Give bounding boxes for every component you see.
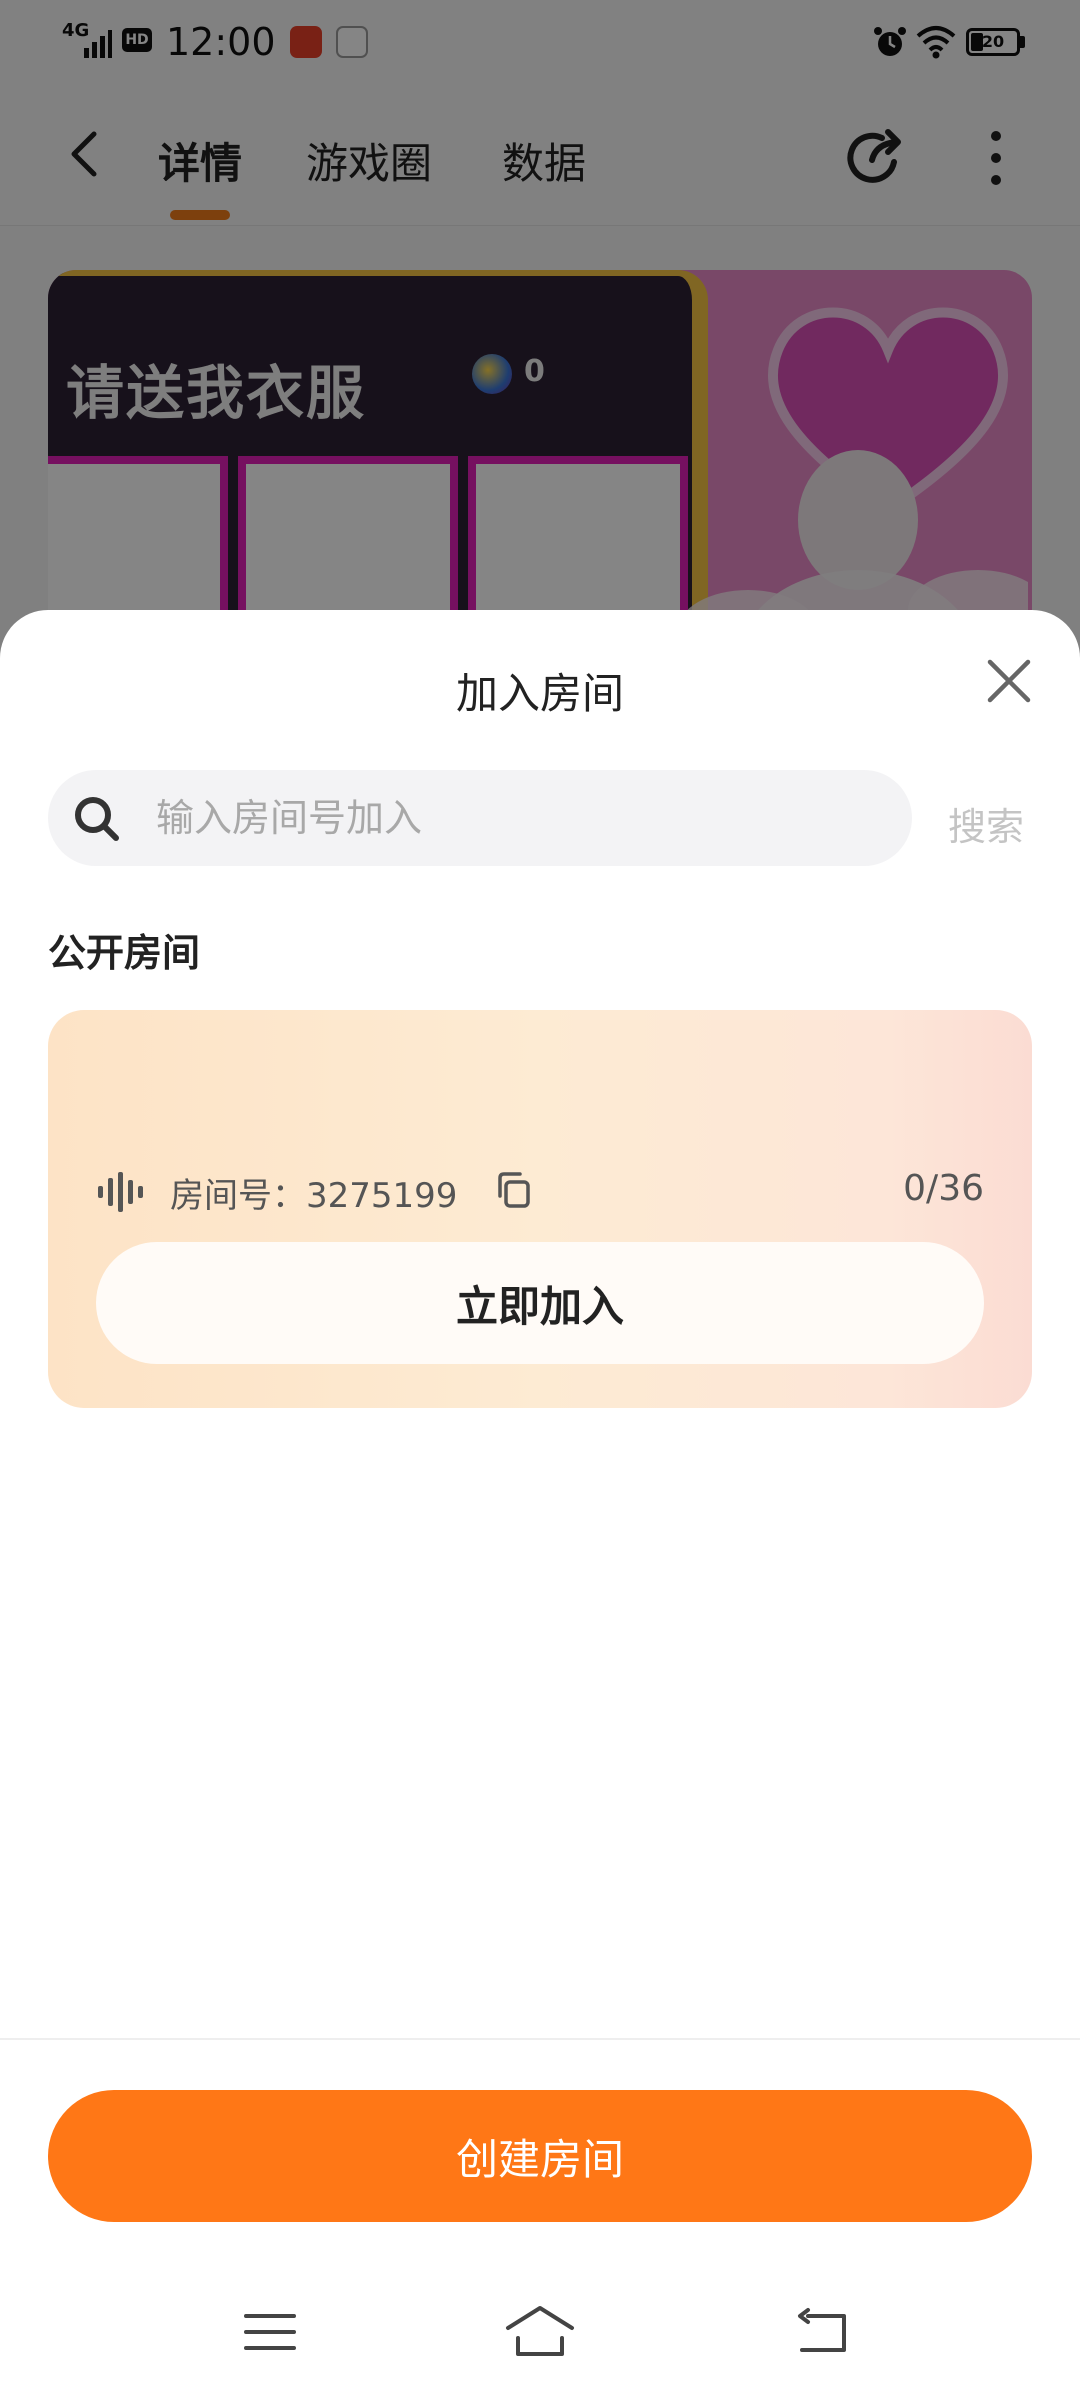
- sheet-title: 加入房间: [455, 669, 624, 718]
- room-occupancy: 0/36: [903, 1168, 984, 1209]
- screen: 4G HD 12:00 20 详情 游戏圈 数据 请送我衣服 0 加入房间 输入…: [0, 0, 1080, 2400]
- home-icon[interactable]: [504, 2304, 576, 2360]
- divider: [0, 2038, 1080, 2040]
- search-button[interactable]: 搜索: [948, 796, 1024, 851]
- create-room-button[interactable]: 创建房间: [48, 2090, 1032, 2222]
- back-icon[interactable]: [794, 2306, 850, 2356]
- join-room-sheet: 加入房间 搜索 公开房间 房间号：3275199: [0, 610, 1080, 2400]
- room-card[interactable]: 房间号：3275199 0/36 立即加入: [48, 1010, 1032, 1408]
- copy-icon[interactable]: [494, 1170, 534, 1210]
- join-now-button[interactable]: 立即加入: [96, 1242, 984, 1364]
- public-rooms-heading: 公开房间: [48, 931, 201, 975]
- close-icon[interactable]: [984, 656, 1034, 706]
- room-number-input[interactable]: [156, 770, 876, 866]
- menu-icon[interactable]: [244, 2310, 296, 2354]
- search-icon: [75, 797, 119, 841]
- search-bar: [48, 770, 912, 866]
- room-number: 房间号：3275199: [170, 1176, 458, 1216]
- voice-wave-icon: [98, 1172, 143, 1212]
